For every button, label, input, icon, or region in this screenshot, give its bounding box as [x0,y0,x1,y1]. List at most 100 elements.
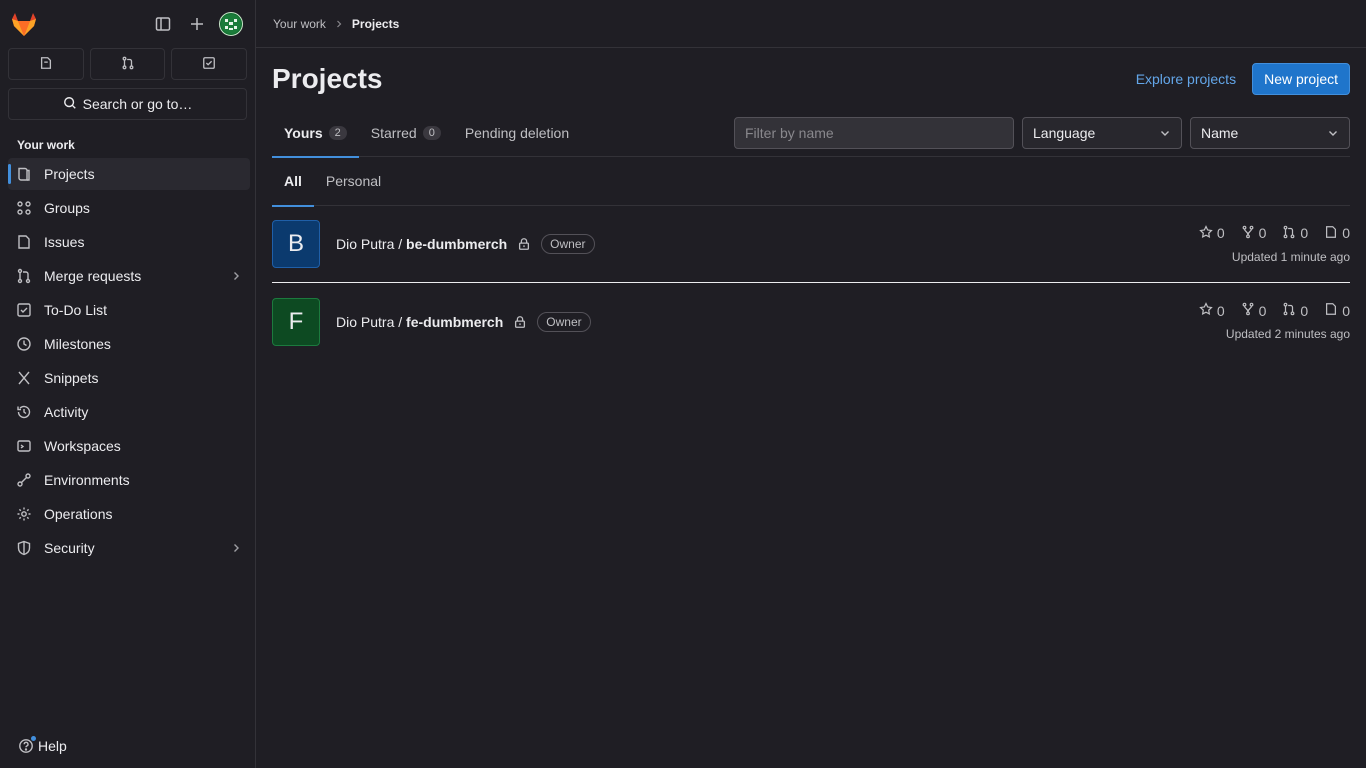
breadcrumb-your-work[interactable]: Your work [273,17,326,31]
sidebar-item-merge-requests[interactable]: Merge requests [8,260,250,292]
filter-by-name-input[interactable] [734,117,1014,149]
chevron-right-icon [230,542,242,554]
forks-value: 0 [1258,302,1267,319]
sidebar-item-workspaces[interactable]: Workspaces [8,430,250,462]
sidebar-section-title: Your work [17,138,75,152]
sidebar-item-snippets[interactable]: Snippets [8,362,250,394]
sidebar-toggle-icon[interactable] [151,12,175,36]
snippet-icon [16,370,32,386]
merge-requests-value: 0 [1300,302,1309,319]
sort-select[interactable]: Name [1190,117,1350,149]
language-select-value: Language [1033,125,1096,141]
sidebar-item-milestones[interactable]: Milestones [8,328,250,360]
chevron-down-icon [1327,127,1339,139]
sidebar-item-label: Projects [44,166,95,182]
workspace-icon [16,438,32,454]
notification-dot [31,736,36,741]
tab-label: Yours [284,125,323,141]
sidebar-item-label: Groups [44,200,90,216]
search-label: Search or go to… [82,96,193,112]
avatar[interactable] [219,12,243,36]
project-tabs: Yours 2 Starred 0 Pending deletion Langu… [272,110,1350,158]
updated-timestamp: Updated 1 minute ago [1231,249,1350,264]
lock-icon [517,237,531,251]
sidebar-item-label: Operations [44,506,113,522]
issues-icon [39,56,53,73]
project-row[interactable]: F Dio Putra / fe-dumbmerch Owner 0 0 0 0… [272,283,1350,360]
tab-pending-deletion[interactable]: Pending deletion [453,110,581,157]
breadcrumb-projects[interactable]: Projects [352,17,399,31]
gitlab-logo-icon[interactable] [10,10,38,38]
project-namespace: Dio Putra / [336,313,407,330]
sidebar-item-groups[interactable]: Groups [8,192,250,224]
stars-count[interactable]: 0 [1199,302,1225,319]
lock-icon [513,315,527,329]
project-name-link[interactable]: Dio Putra / fe-dumbmerch [336,314,503,330]
sidebar-item-label: Merge requests [44,268,142,284]
explore-projects-link[interactable]: Explore projects [1136,71,1236,87]
tab-starred[interactable]: Starred 0 [359,110,453,157]
project-list: B Dio Putra / be-dumbmerch Owner 0 0 0 0… [272,206,1350,360]
project-namespace: Dio Putra / [336,236,407,252]
project-avatar[interactable]: F [272,297,320,346]
shield-icon [16,540,32,556]
sidebar-item-label: Milestones [44,336,111,352]
sort-select-value: Name [1201,125,1239,141]
sidebar-item-security[interactable]: Security [8,532,250,564]
help-button[interactable]: Help [18,736,67,754]
plus-icon[interactable] [185,12,209,36]
main-content: Your work Projects Projects Explore proj… [256,0,1366,768]
issues-count-button[interactable] [8,48,84,80]
subtab-personal[interactable]: Personal [314,157,393,206]
breadcrumb: Your work Projects [256,0,1366,48]
sidebar-item-issues[interactable]: Issues [8,226,250,258]
sidebar-item-label: Snippets [44,370,99,386]
sidebar-item-projects[interactable]: Projects [8,158,250,190]
sidebar-item-label: Workspaces [44,438,121,454]
sidebar-item-environments[interactable]: Environments [8,464,250,496]
issues-value: 0 [1342,302,1350,319]
tab-count-badge: 2 [328,126,347,140]
forks-value: 0 [1258,225,1267,241]
merge-request-icon [1282,302,1296,319]
project-name-link[interactable]: Dio Putra / be-dumbmerch [336,236,507,252]
merge-requests-count-button[interactable] [89,48,166,80]
project-subtabs: All Personal [272,157,1350,207]
issues-count[interactable]: 0 [1324,302,1350,319]
history-icon [16,404,32,420]
issues-icon [16,234,32,250]
new-project-button[interactable]: New project [1252,63,1350,95]
forks-count[interactable]: 0 [1241,302,1267,319]
stars-value: 0 [1216,225,1225,241]
issues-icon [1324,225,1338,242]
sidebar-item-activity[interactable]: Activity [8,396,250,428]
sidebar-item-label: Activity [44,404,89,420]
todo-icon [16,302,32,318]
merge-requests-count[interactable]: 0 [1282,225,1308,242]
project-row[interactable]: B Dio Putra / be-dumbmerch Owner 0 0 0 0… [272,206,1350,283]
role-badge: Owner [537,311,591,332]
search-icon [63,96,77,113]
project-name: be-dumbmerch [406,236,508,252]
sidebar-nav: Projects Groups Issues Merge requests To… [0,158,255,564]
stars-count[interactable]: 0 [1199,224,1225,242]
search-button[interactable]: Search or go to… [8,88,247,120]
merge-requests-count[interactable]: 0 [1282,302,1308,319]
clock-icon [16,336,32,352]
tab-yours[interactable]: Yours 2 [272,110,359,158]
sidebar-header [0,0,255,48]
forks-count[interactable]: 0 [1241,225,1267,242]
issues-value: 0 [1342,225,1350,241]
sidebar-item-label: Security [44,540,95,556]
issues-count[interactable]: 0 [1324,225,1350,242]
language-select[interactable]: Language [1022,117,1182,149]
role-badge: Owner [541,234,595,254]
project-avatar[interactable]: B [272,220,320,268]
subtab-all[interactable]: All [272,157,314,207]
todos-count-button[interactable] [171,48,248,80]
star-icon [1199,302,1213,319]
sidebar-item-label: Issues [44,234,85,250]
star-icon [1199,224,1213,242]
sidebar-item-operations[interactable]: Operations [8,498,250,530]
sidebar-item-todo-list[interactable]: To-Do List [8,294,250,326]
